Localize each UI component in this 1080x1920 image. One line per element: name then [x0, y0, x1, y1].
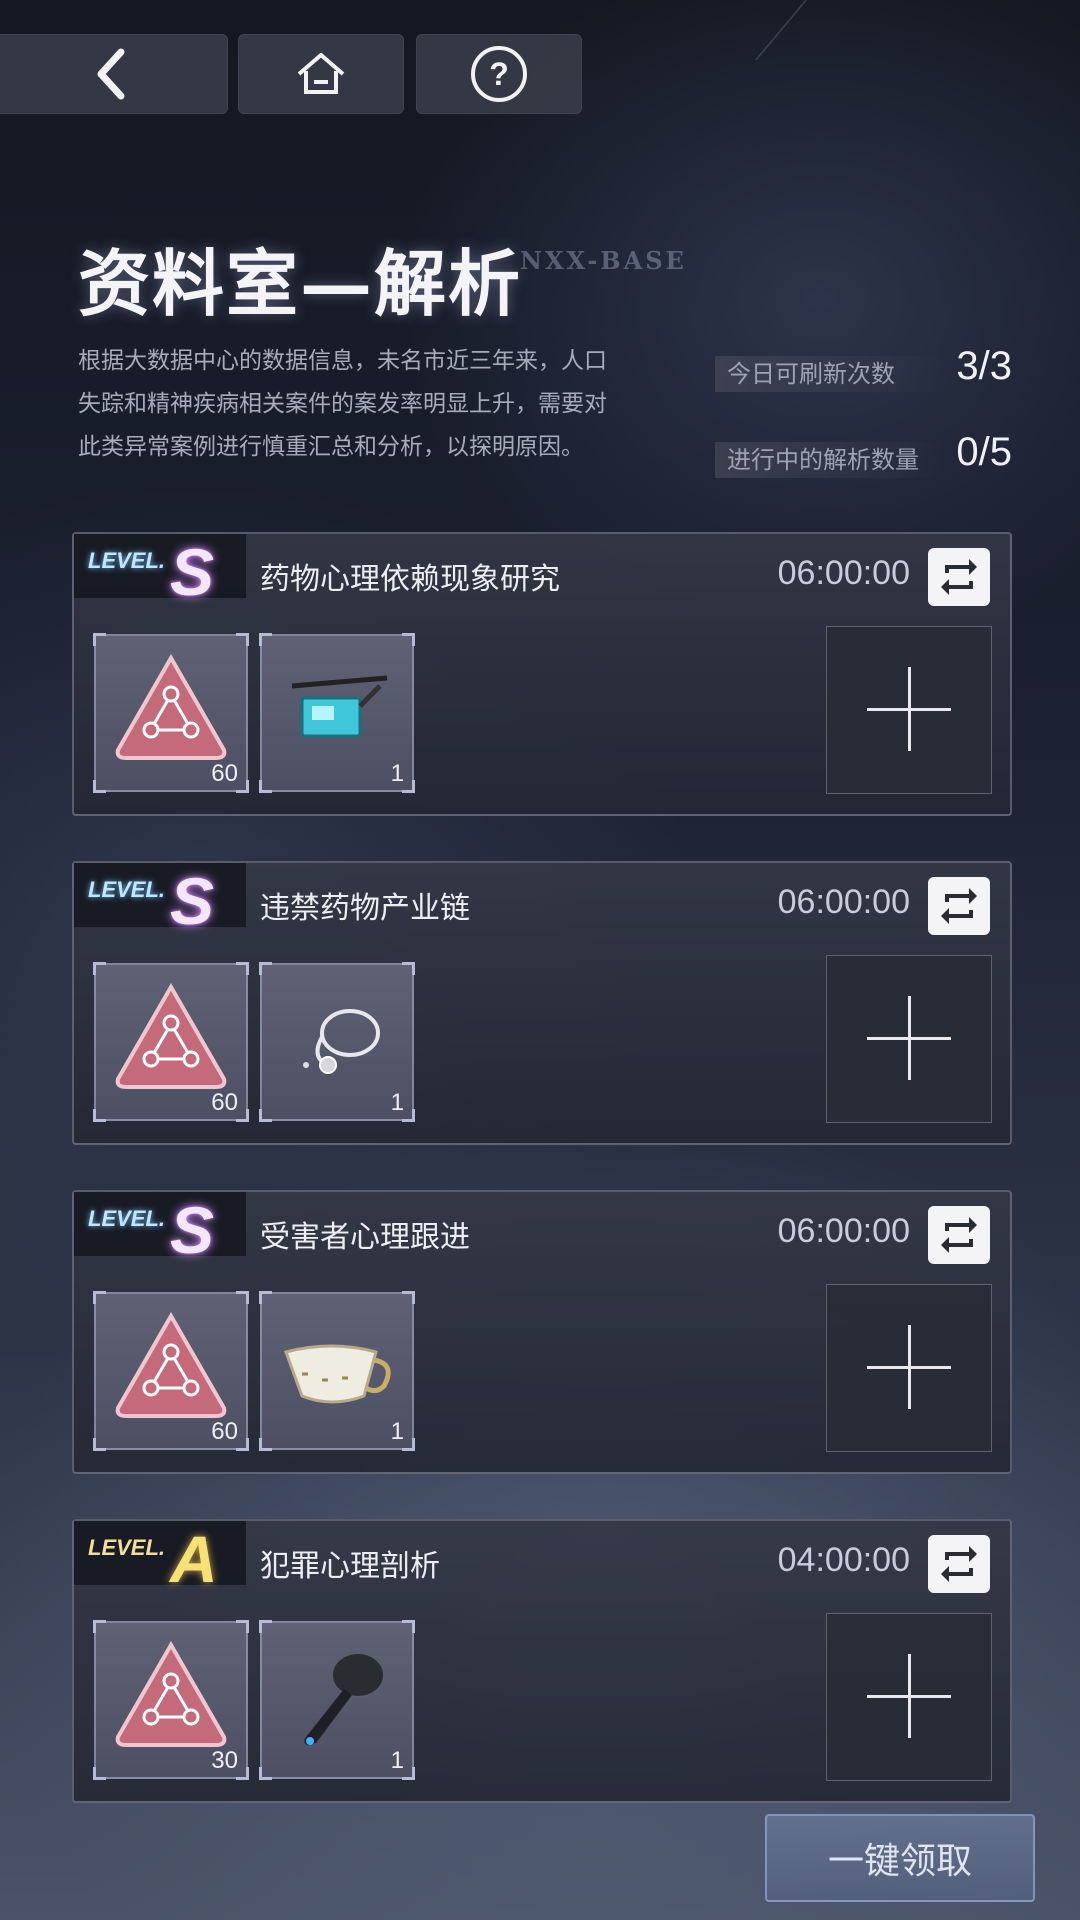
add-member-slot[interactable]	[826, 1613, 992, 1781]
stethoscope-icon	[303, 1009, 380, 1074]
refresh-task-button[interactable]	[928, 1535, 990, 1593]
question-circle-icon: ?	[471, 46, 527, 102]
refresh-icon	[941, 1217, 977, 1253]
svg-text:?: ?	[489, 56, 509, 92]
home-button[interactable]	[238, 34, 404, 114]
task-duration: 06:00:00	[777, 554, 910, 592]
item-quantity: 1	[390, 760, 404, 787]
task-title: 违禁药物产业链	[260, 891, 470, 926]
add-member-slot[interactable]	[826, 1284, 992, 1452]
refresh-icon	[941, 888, 977, 924]
item-quantity: 1	[390, 1418, 404, 1445]
refresh-task-button[interactable]	[928, 548, 990, 606]
refresh-icon	[941, 1546, 977, 1582]
level-word: LEVEL.	[88, 877, 166, 902]
page-description: 根据大数据中心的数据信息，未名市近三年来，人口 失踪和精神疾病相关案件的案发率明…	[78, 340, 678, 469]
task-title: 药物心理依赖现象研究	[260, 562, 560, 597]
reward-slot[interactable]: 60	[93, 1291, 249, 1451]
task-title: 受害者心理跟进	[260, 1220, 470, 1255]
level-letter: A	[170, 1522, 218, 1596]
pink-triangle-emblem-icon	[115, 653, 227, 760]
reward-slot[interactable]: 1	[259, 1620, 415, 1780]
refresh-task-button[interactable]	[928, 877, 990, 935]
analysis-progress-value: 0/5	[956, 430, 1012, 474]
help-button[interactable]: ?	[416, 34, 582, 114]
item-quantity: 1	[390, 1747, 404, 1774]
task-duration: 06:00:00	[777, 1212, 910, 1250]
reward-slot[interactable]: 1	[259, 962, 415, 1122]
reward-slot[interactable]: 30	[93, 1620, 249, 1780]
pink-triangle-emblem-icon	[115, 982, 227, 1089]
description-line: 此类异常案例进行慎重汇总和分析，以探明原因。	[78, 434, 584, 460]
add-member-slot[interactable]	[826, 955, 992, 1123]
teacup-icon	[284, 1344, 391, 1404]
pink-triangle-emblem-icon	[115, 1311, 227, 1418]
add-member-slot[interactable]	[826, 626, 992, 794]
level-badge: LEVEL. S	[74, 863, 246, 938]
refresh-icon	[941, 559, 977, 595]
reward-slot[interactable]: 1	[259, 1291, 415, 1451]
page-title: 资料室—解析	[78, 241, 523, 326]
chevron-left-icon	[97, 48, 125, 100]
back-button[interactable]	[0, 34, 228, 114]
task-card: LEVEL. S 受害者心理跟进 06:00:00 60 1	[72, 1190, 1012, 1474]
base-tag: NXX-BASE	[520, 246, 687, 275]
earbud-icon	[304, 1652, 385, 1745]
level-badge: LEVEL. S	[74, 534, 246, 609]
description-line: 失踪和精神疾病相关案件的案发率明显上升，需要对	[78, 391, 607, 417]
reward-slot[interactable]: 60	[93, 962, 249, 1122]
task-duration: 04:00:00	[777, 1541, 910, 1579]
item-quantity: 30	[211, 1747, 238, 1774]
level-word: LEVEL.	[88, 1535, 166, 1560]
refresh-count-value: 3/3	[956, 344, 1012, 388]
reward-slot[interactable]: 1	[259, 633, 415, 793]
task-card: LEVEL. A 犯罪心理剖析 04:00:00 30 1	[72, 1519, 1012, 1803]
task-duration: 06:00:00	[777, 883, 910, 921]
description-line: 根据大数据中心的数据信息，未名市近三年来，人口	[78, 348, 607, 374]
refresh-count-label: 今日可刷新次数	[715, 356, 945, 392]
analysis-progress-label: 进行中的解析数量	[715, 442, 945, 478]
refresh-task-button[interactable]	[928, 1206, 990, 1264]
task-card: LEVEL. S 违禁药物产业链 06:00:00 60 1	[72, 861, 1012, 1145]
level-word: LEVEL.	[88, 548, 166, 573]
reward-slot[interactable]: 60	[93, 633, 249, 793]
item-quantity: 60	[211, 1418, 238, 1445]
item-quantity: 60	[211, 760, 238, 787]
level-letter: S	[170, 864, 215, 938]
decorative-line	[674, 0, 808, 60]
claim-all-button[interactable]: 一键领取	[765, 1814, 1035, 1902]
task-card: LEVEL. S 药物心理依赖现象研究 06:00:00 60 1	[72, 532, 1012, 816]
level-letter: S	[170, 535, 215, 609]
level-badge: LEVEL. A	[74, 1521, 246, 1596]
level-word: LEVEL.	[88, 1206, 166, 1231]
level-letter: S	[170, 1193, 215, 1267]
task-title: 犯罪心理剖析	[260, 1549, 440, 1584]
item-quantity: 1	[390, 1089, 404, 1116]
pink-triangle-emblem-icon	[115, 1640, 227, 1747]
item-quantity: 60	[211, 1089, 238, 1116]
home-icon	[297, 53, 345, 94]
level-badge: LEVEL. S	[74, 1192, 246, 1267]
cyber-glasses-icon	[291, 675, 388, 738]
